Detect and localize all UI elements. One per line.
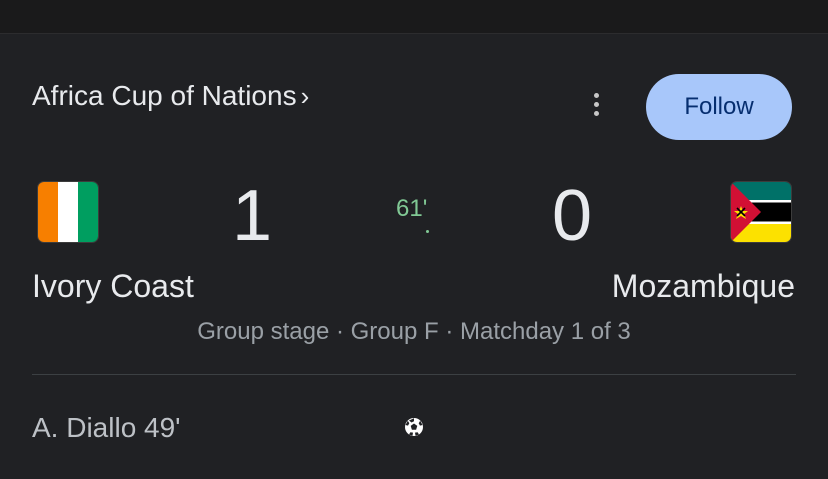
home-team-name[interactable]: Ivory Coast: [32, 268, 194, 305]
divider: [32, 374, 796, 375]
top-bar: [0, 0, 828, 34]
more-options-button[interactable]: [580, 84, 612, 124]
follow-button[interactable]: Follow: [646, 74, 792, 140]
soccer-ball-icon: [405, 418, 423, 436]
ivory-coast-flag-icon: [38, 182, 98, 242]
more-vert-icon-dot: [593, 92, 599, 98]
away-score: 0: [552, 176, 593, 256]
goal-scorer: A. Diallo 49': [32, 412, 181, 443]
mozambique-flag-graphic: [731, 182, 791, 242]
home-score: 1: [232, 176, 273, 256]
competition-name: Africa Cup of Nations: [32, 80, 297, 111]
flag-stripe-orange: [38, 182, 58, 242]
more-vert-icon-dot: [593, 110, 599, 116]
match-stage-info: Group stage · Group F · Matchday 1 of 3: [197, 318, 631, 345]
more-vert-icon-dot: [593, 101, 599, 107]
chevron-right-icon: ›: [300, 80, 310, 111]
flag-stripe-green: [78, 182, 98, 242]
match-minute: 61': [396, 195, 428, 222]
flag-stripe-white: [58, 182, 78, 242]
away-team-name[interactable]: Mozambique: [612, 268, 795, 305]
competition-link[interactable]: Africa Cup of Nations ›: [32, 80, 309, 112]
live-indicator: [426, 230, 429, 233]
mozambique-flag-icon: [731, 182, 791, 242]
